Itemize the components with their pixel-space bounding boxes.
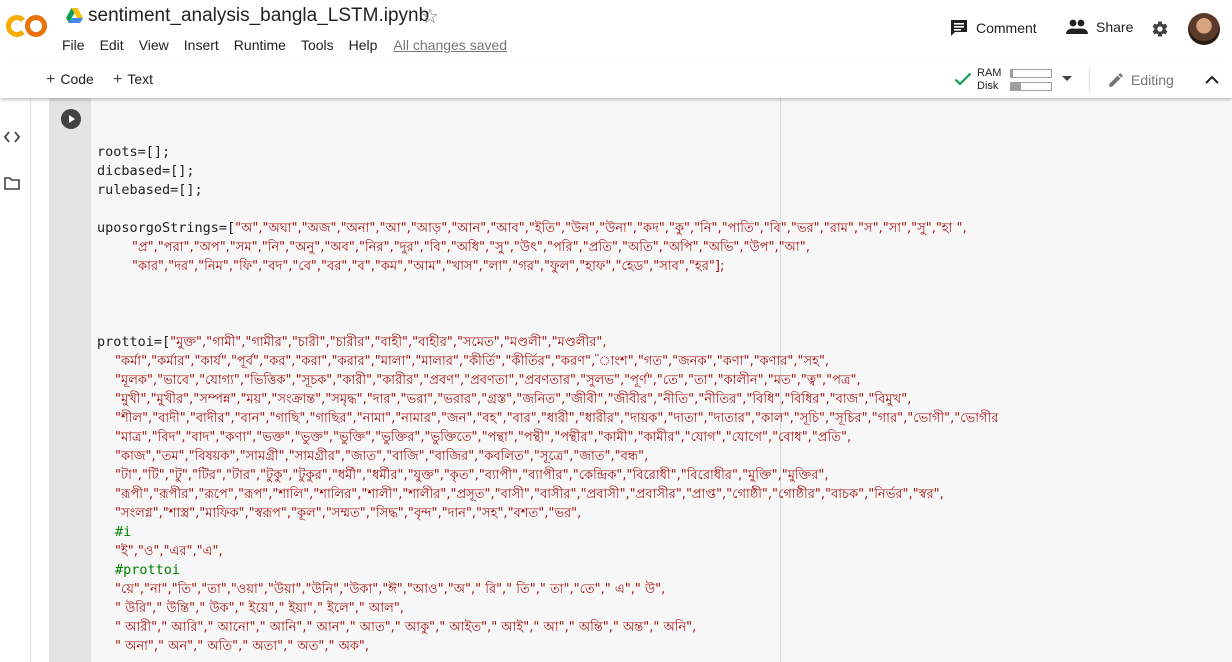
- code-line: "কাজ","তম","বিষয়ক","সামগ্রী","সামগ্রীর"…: [115, 449, 649, 464]
- share-label: Share: [1096, 19, 1134, 35]
- code-cell[interactable]: roots=[]; dicbased=[]; rulebased=[]; uposor…: [49, 98, 1232, 662]
- menu-view[interactable]: View: [139, 37, 169, 53]
- left-sidebar: [0, 62, 31, 662]
- user-avatar[interactable]: [1188, 13, 1220, 45]
- code-line: " উরি"," উন্তি"," উক"," ইয়ে"," ইয়া"," …: [115, 601, 404, 616]
- code-line: " অনা"," অন"," অতি"," অতা"," অত"," অক",: [115, 639, 370, 654]
- add-text-label: Text: [127, 71, 154, 87]
- code-snippets-icon[interactable]: [4, 130, 20, 144]
- code-line: "য়ে","না","তি","তা","ওয়া","উয়া","উনি"…: [115, 582, 666, 597]
- menu-runtime[interactable]: Runtime: [234, 37, 286, 53]
- menu-file[interactable]: File: [62, 37, 85, 53]
- menu-insert[interactable]: Insert: [184, 37, 219, 53]
- ram-usage-fill: [1011, 70, 1013, 77]
- connected-check-icon: [954, 72, 972, 86]
- chevron-down-icon[interactable]: [1062, 76, 1072, 81]
- code-line: rulebased=[];: [97, 182, 203, 198]
- cell-gutter: [49, 98, 91, 662]
- folder-icon[interactable]: [4, 176, 20, 190]
- run-cell-button[interactable]: [61, 109, 81, 129]
- menu-edit[interactable]: Edit: [100, 37, 124, 53]
- comment-button[interactable]: Comment: [950, 19, 1037, 37]
- code-line: "সংলগ্ন","শাস্ত্র","মাফিক","স্বরূপ","কূল…: [115, 506, 582, 521]
- code-line: "কর্মা","কর্মার","কার্য","পূর্ব","কর","ক…: [115, 354, 830, 369]
- code-line: "শীল","বাদী","বাদীর","বান","গাছি","গাছির…: [115, 411, 999, 426]
- disk-usage-bar[interactable]: [1010, 82, 1052, 91]
- add-code-label: Code: [60, 71, 94, 87]
- plus-icon: +: [46, 71, 56, 88]
- notebook-title[interactable]: sentiment_analysis_bangla_LSTM.ipynb: [88, 5, 429, 27]
- code-line: uposorgoStrings=["অ","অঘা","অজ","অনা","আ…: [97, 220, 967, 236]
- code-line: "মাত্র","বিদ","বাদ","কণা","ভক্ত","ভুক্ত"…: [115, 430, 852, 445]
- ram-label: RAM: [977, 67, 1002, 79]
- notebook-toolbar: + Code + Text RAM Disk Editing: [0, 62, 1232, 98]
- save-status-link[interactable]: All changes saved: [393, 37, 507, 53]
- code-line: "রূপী","রূপীর","রূপে","রূপ","শালি","শালি…: [115, 487, 944, 502]
- comment-label: Comment: [976, 20, 1037, 36]
- star-outline-icon[interactable]: ☆: [421, 4, 439, 29]
- chevron-up-icon[interactable]: [1204, 72, 1220, 88]
- menu-tools[interactable]: Tools: [301, 37, 334, 53]
- disk-usage-fill: [1011, 83, 1021, 90]
- menubar: File Edit View Insert Runtime Tools Help…: [62, 37, 507, 53]
- add-code-button[interactable]: + Code: [46, 71, 94, 89]
- menu-help[interactable]: Help: [349, 37, 378, 53]
- editing-mode-button[interactable]: Editing: [1107, 71, 1174, 89]
- code-line: " আরী"," আরি"," আনো"," আনি"," আন"," আত",…: [115, 620, 697, 635]
- code-line: "ই","ও","এর","এ",: [115, 544, 223, 559]
- gear-icon[interactable]: [1151, 20, 1169, 38]
- code-line: "টা","টি","টু","টির","টার","টুকু","টুকুর…: [115, 468, 829, 483]
- share-button[interactable]: Share: [1066, 19, 1133, 35]
- pencil-icon: [1109, 73, 1123, 87]
- disk-label: Disk: [977, 80, 999, 92]
- comment-icon: [951, 20, 967, 36]
- ram-usage-bar[interactable]: [1010, 69, 1052, 78]
- code-editor[interactable]: roots=[]; dicbased=[]; rulebased=[]; uposor…: [91, 98, 1232, 662]
- code-line: dicbased=[];: [97, 163, 195, 179]
- plus-icon: +: [113, 71, 123, 88]
- code-line: "কার","দর","নিম","ফি","বদ","বে","বর","ব"…: [132, 259, 725, 274]
- code-line: #i: [115, 524, 132, 540]
- code-line: "মুখী","মুখীর","সম্পন্ন","ময়","সংক্রান্…: [115, 392, 912, 407]
- code-line: roots=[];: [97, 144, 171, 160]
- toolbar-divider: [1089, 68, 1090, 92]
- google-drive-icon[interactable]: [66, 8, 83, 23]
- colab-header: sentiment_analysis_bangla_LSTM.ipynb ☆ F…: [0, 0, 1232, 62]
- code-line: #prottoi: [115, 562, 181, 578]
- add-text-button[interactable]: + Text: [113, 71, 153, 89]
- code-line: "মূলক","ভাবে","যোগ্য","ভিত্তিক","সূচক","…: [115, 373, 861, 388]
- code-line: "প্র","পরা","অপ","সম","নি","অনু","অব","ন…: [132, 240, 810, 255]
- colab-logo[interactable]: [6, 12, 48, 40]
- notebook-content: roots=[]; dicbased=[]; rulebased=[]; uposor…: [31, 98, 1232, 662]
- people-icon: [1066, 19, 1088, 34]
- editing-label: Editing: [1131, 72, 1174, 88]
- code-line: prottoi=["মুক্ত","গামী","গামীর","চারী","…: [97, 334, 607, 350]
